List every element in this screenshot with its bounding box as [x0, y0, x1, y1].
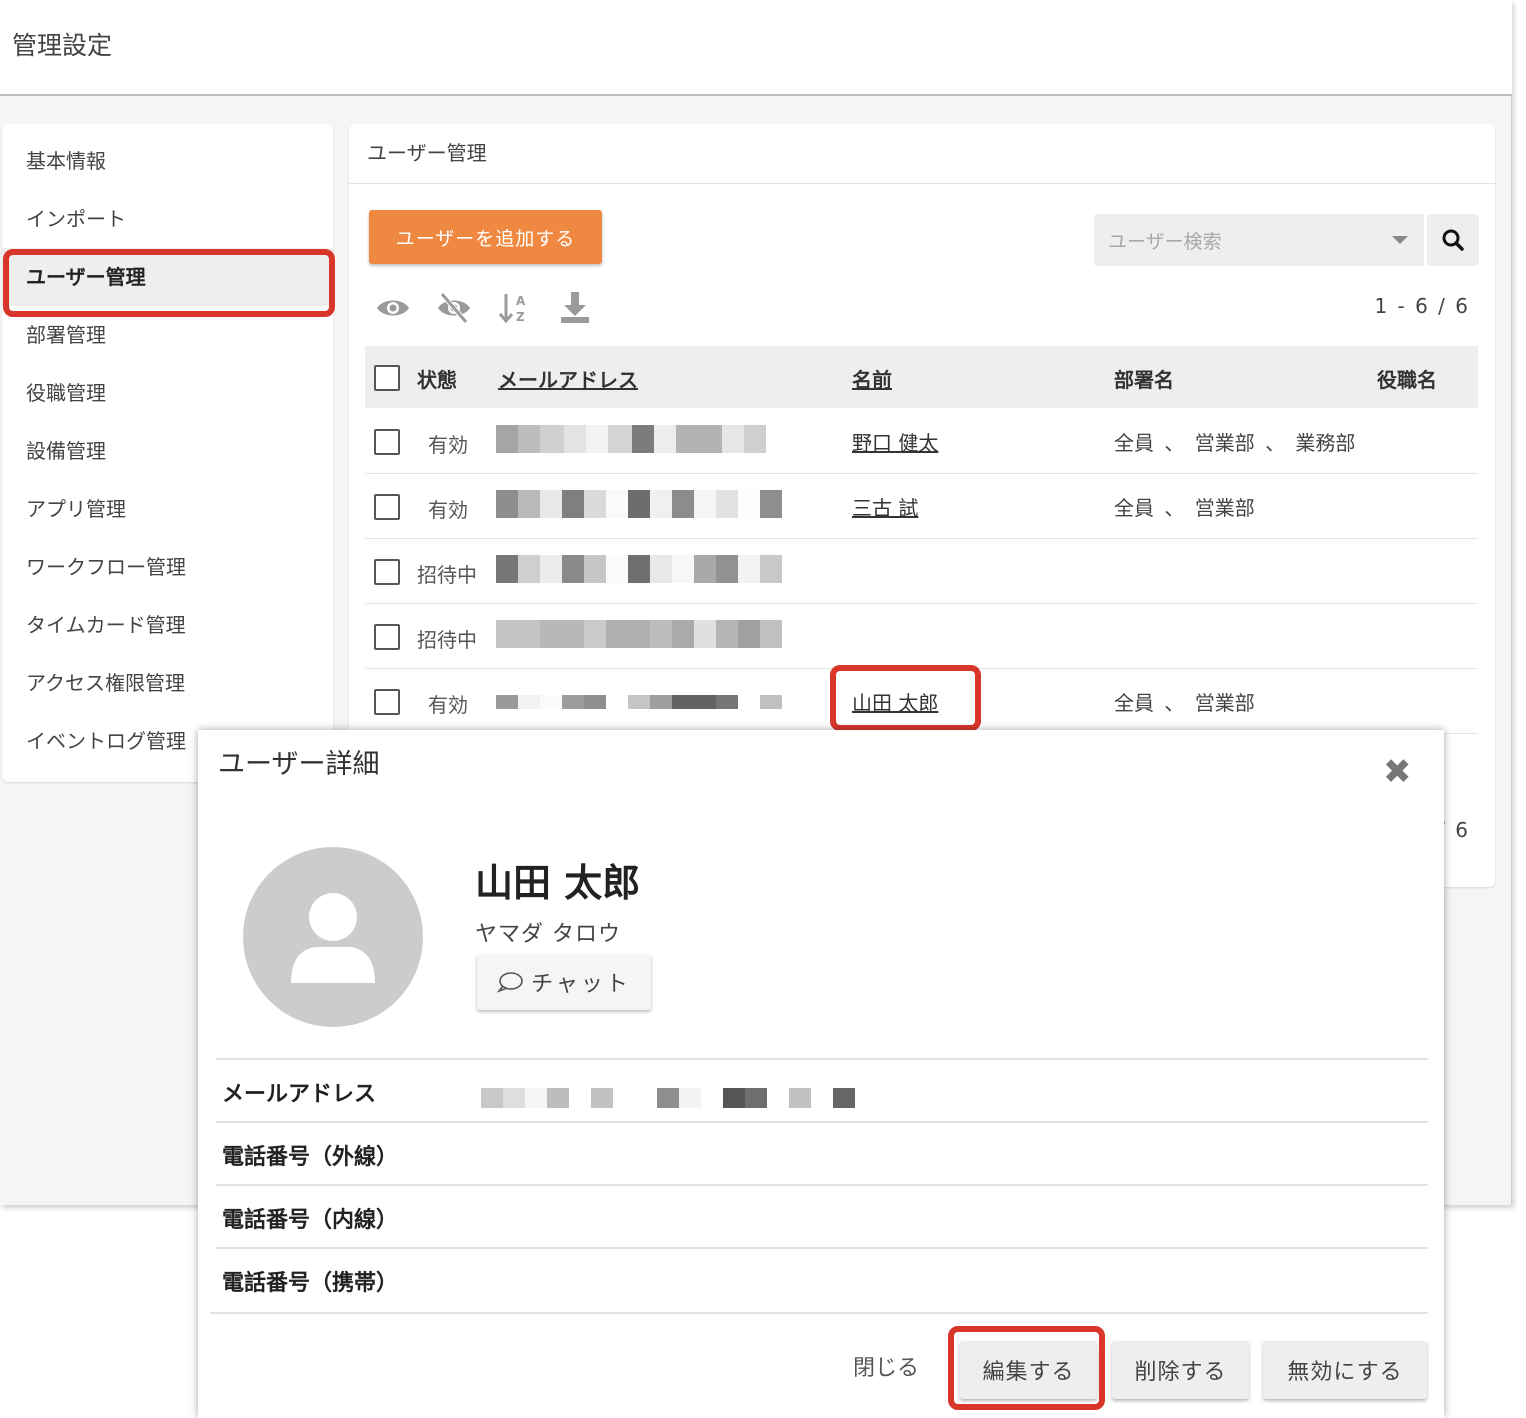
- sidebar-item-workflow[interactable]: ワークフロー管理: [2, 538, 333, 596]
- user-detail-dialog: ユーザー詳細 ✖ 山田 太郎 ヤマダ タロウ チャット メールアドレス 電話番号…: [198, 730, 1444, 1418]
- table-row: 有効 三古 試 全員 、 営業部: [365, 474, 1478, 539]
- row-status: 招待中: [417, 628, 477, 652]
- user-name-link[interactable]: 野口 健太: [852, 427, 938, 456]
- header-name[interactable]: 名前: [852, 364, 892, 393]
- header-email[interactable]: メールアドレス: [498, 364, 638, 393]
- email-redacted: [496, 620, 782, 648]
- download-icon[interactable]: [557, 290, 593, 326]
- eye-icon[interactable]: [375, 290, 411, 326]
- row-checkbox[interactable]: [374, 559, 400, 585]
- user-name-link[interactable]: 三古 試: [852, 492, 918, 521]
- row-dept: 全員 、 営業部: [1114, 496, 1255, 520]
- email-redacted: [496, 555, 782, 583]
- row-checkbox[interactable]: [374, 429, 400, 455]
- chat-label: チャット: [531, 972, 631, 997]
- email-redacted: [481, 1088, 855, 1108]
- close-button[interactable]: 閉じる: [853, 1350, 919, 1382]
- sort-az-icon[interactable]: A Z: [497, 290, 533, 326]
- field-email-row: メールアドレス: [216, 1058, 1428, 1121]
- header-role: 役職名: [1377, 368, 1437, 392]
- disable-button[interactable]: 無効にする: [1263, 1341, 1427, 1399]
- user-name-link[interactable]: 山田 太郎: [852, 687, 938, 716]
- search-button[interactable]: [1427, 214, 1479, 266]
- chat-bubble-icon: [497, 972, 523, 993]
- sidebar-item-equipment[interactable]: 設備管理: [2, 422, 333, 480]
- user-search-select[interactable]: ユーザー検索: [1094, 214, 1424, 266]
- row-dept: 全員 、 営業部 、 業務部: [1114, 431, 1356, 455]
- row-checkbox[interactable]: [374, 624, 400, 650]
- close-icon[interactable]: ✖: [1383, 752, 1412, 792]
- user-silhouette-icon: [291, 893, 375, 983]
- row-status: 有効: [428, 693, 468, 717]
- panel-title: ユーザー管理: [349, 124, 1495, 184]
- table-header: 状態 メールアドレス 名前 部署名 役職名: [365, 346, 1478, 408]
- field-phone-mobile-row: 電話番号（携帯）: [216, 1247, 1428, 1310]
- sidebar-item-apps[interactable]: アプリ管理: [2, 480, 333, 538]
- delete-button[interactable]: 削除する: [1112, 1341, 1249, 1399]
- table-row: 招待中: [365, 539, 1478, 604]
- select-all-checkbox[interactable]: [374, 365, 400, 391]
- dialog-footer-divider: [210, 1312, 1428, 1314]
- dialog-title: ユーザー詳細: [218, 749, 380, 780]
- sidebar: 基本情報 インポート ユーザー管理 部署管理 役職管理 設備管理 アプリ管理 ワ…: [2, 124, 333, 782]
- row-checkbox[interactable]: [374, 494, 400, 520]
- field-label: 電話番号（携帯）: [222, 1271, 399, 1296]
- email-redacted: [496, 425, 766, 453]
- sidebar-item-user-management[interactable]: ユーザー管理: [2, 248, 333, 306]
- sidebar-item-timecard[interactable]: タイムカード管理: [2, 596, 333, 654]
- sidebar-item-department[interactable]: 部署管理: [2, 306, 333, 364]
- avatar: [243, 847, 423, 1027]
- field-label: 電話番号（内線）: [222, 1208, 399, 1233]
- field-phone-internal-row: 電話番号（内線）: [216, 1184, 1428, 1247]
- chevron-down-icon: [1392, 236, 1408, 244]
- edit-button[interactable]: 編集する: [960, 1341, 1097, 1399]
- sidebar-item-basic-info[interactable]: 基本情報: [2, 132, 333, 190]
- sidebar-item-access[interactable]: アクセス権限管理: [2, 654, 333, 712]
- svg-text:A: A: [516, 294, 526, 308]
- field-label: 電話番号（外線）: [222, 1145, 399, 1170]
- row-status: 有効: [428, 433, 468, 457]
- table-row: 招待中: [365, 604, 1478, 669]
- sidebar-item-position[interactable]: 役職管理: [2, 364, 333, 422]
- user-name: 山田 太郎: [475, 861, 641, 905]
- row-checkbox[interactable]: [374, 689, 400, 715]
- field-label: メールアドレス: [222, 1082, 377, 1107]
- header-dept: 部署名: [1114, 368, 1174, 392]
- chat-button[interactable]: チャット: [477, 954, 651, 1010]
- email-redacted: [496, 695, 782, 709]
- user-kana: ヤマダ タロウ: [475, 922, 621, 947]
- row-dept: 全員 、 営業部: [1114, 691, 1255, 715]
- table-row: 有効 野口 健太 全員 、 営業部 、 業務部: [365, 409, 1478, 474]
- header-status: 状態: [417, 368, 457, 392]
- page-title: 管理設定: [12, 31, 113, 60]
- field-phone-external-row: 電話番号（外線）: [216, 1121, 1428, 1184]
- search-placeholder: ユーザー検索: [1108, 231, 1222, 253]
- pagination-count: 1 - 6 / 6: [1374, 294, 1470, 318]
- add-user-button[interactable]: ユーザーを追加する: [369, 210, 602, 264]
- row-status: 招待中: [417, 563, 477, 587]
- table-row: 有効 山田 太郎 全員 、 営業部: [365, 669, 1478, 734]
- search-icon: [1442, 229, 1464, 251]
- app-header: 管理設定: [0, 0, 1512, 96]
- eye-off-icon[interactable]: [436, 290, 472, 326]
- email-redacted: [496, 490, 782, 518]
- row-status: 有効: [428, 498, 468, 522]
- svg-text:Z: Z: [516, 310, 525, 324]
- sidebar-item-import[interactable]: インポート: [2, 190, 333, 248]
